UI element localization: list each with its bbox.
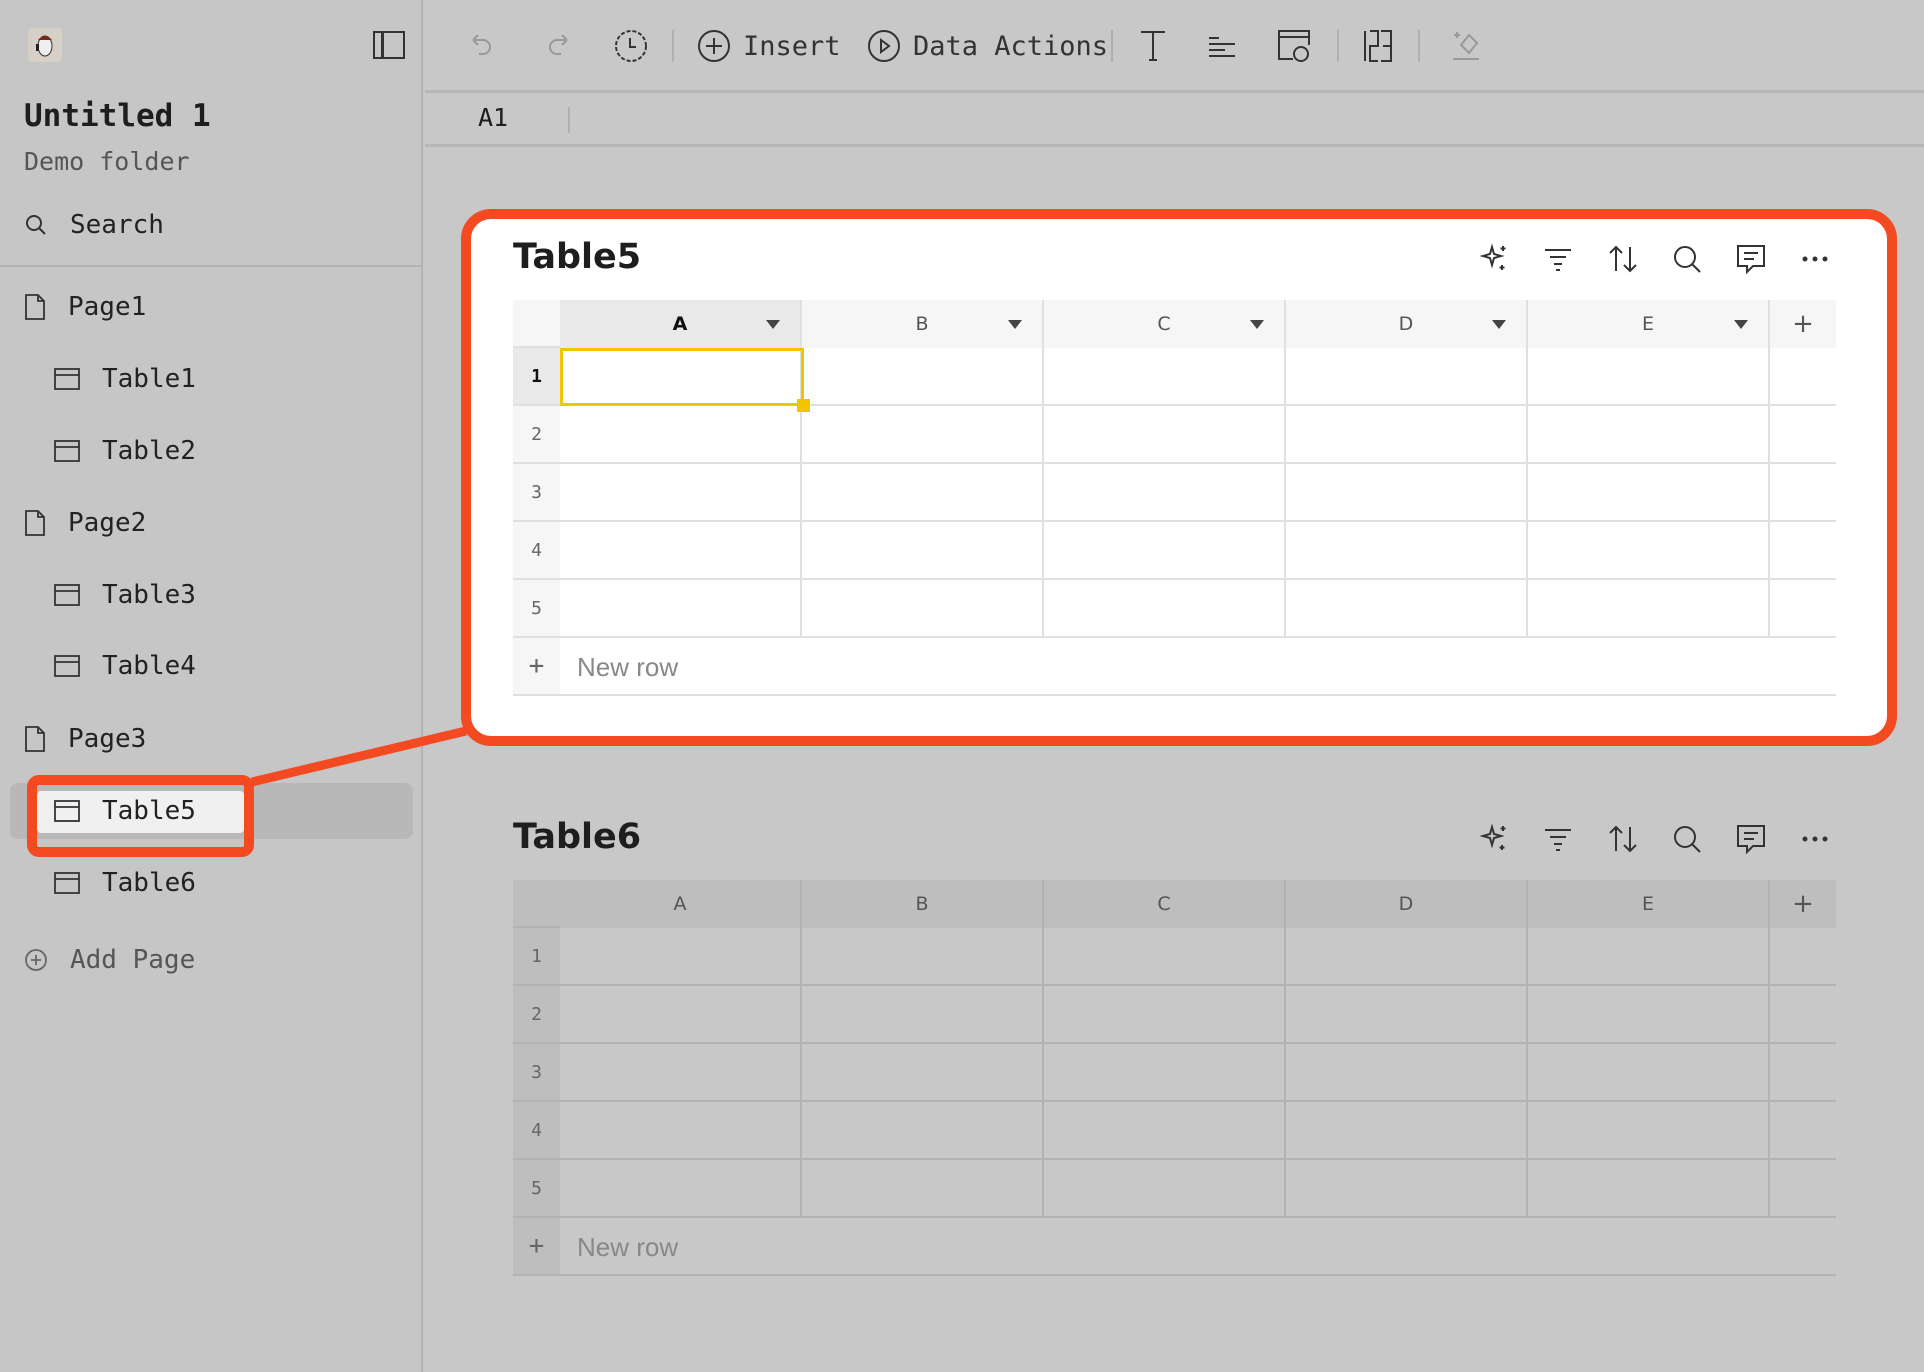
highlight-connector: [250, 726, 468, 787]
